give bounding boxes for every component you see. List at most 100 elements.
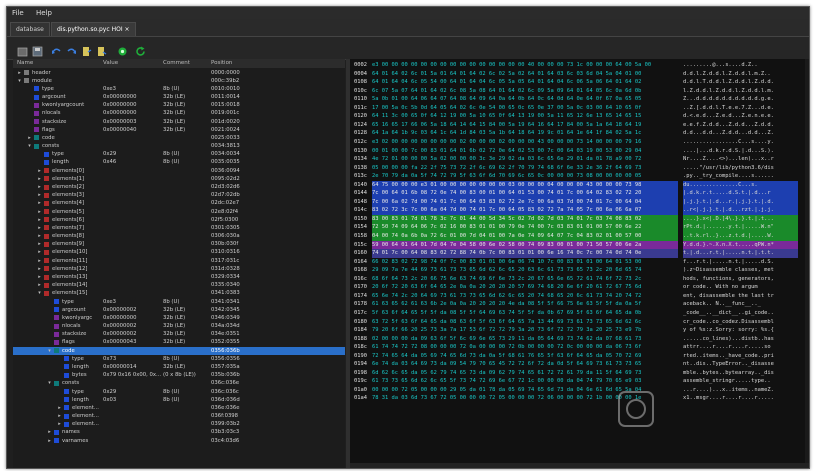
hex-row[interactable]: 0164 66 02 83 02 72 98 74 0f 7c 00 83 01 … [350, 258, 809, 267]
hex-ascii[interactable]: rPt.d.|.......y.t.|.....W.n" [683, 223, 798, 232]
expand-arrow-icon[interactable]: ▸ [37, 167, 42, 175]
hex-bytes[interactable]: 61 63 65 62 61 63 6b 2e 0a 0a 20 20 20 2… [372, 300, 678, 309]
column-comment[interactable]: Comment [163, 59, 190, 68]
hex-ascii[interactable]: rted..items.._have_code..pri [683, 352, 798, 361]
hex-ascii[interactable]: mble..bytes..bytearray.._dis [683, 369, 798, 378]
tree-row[interactable]: type 0xe3 8b (U) 0341:0341 [13, 298, 345, 306]
tree-row[interactable]: length 0x00000014 32b (LE) 0357:035a [13, 363, 345, 371]
hex-ascii[interactable]: cr_code..co_codez.Disassembl [683, 318, 798, 327]
tree-row[interactable]: length 0x46 8b (U) 0035:0035 [13, 158, 345, 166]
run-icon[interactable] [117, 42, 128, 56]
bookmark-icon[interactable] [81, 42, 92, 56]
hex-ascii[interactable]: ..Z.[.d.d.l.T.e.e.7.Z...d.e. [683, 104, 798, 113]
hex-row[interactable]: 0134 4e 72 01 00 00 00 5a 02 00 00 00 3c … [350, 155, 809, 164]
hex-bytes[interactable]: 6e 74 da 03 64 69 73 da 09 54 79 70 65 4… [372, 360, 678, 369]
hex-ascii[interactable]: Nr....Z....<>)...len)...x..r [683, 155, 798, 164]
hex-ascii[interactable]: ....}.x<|.D.]4\.}.}.t.|.t... [683, 214, 798, 224]
hex-bytes[interactable]: 6d 62 6c 65 da 05 62 79 74 65 73 da 09 6… [372, 369, 678, 378]
tree-row[interactable]: ▸ elements[0] 0036:0094 [13, 167, 345, 175]
hex-ascii[interactable]: |.j.}.t.|.d...r.|.j.}.t.|.d. [683, 197, 798, 207]
tree-row[interactable]: ▸ elements[3] 02d7:02db [13, 191, 345, 199]
hex-ascii[interactable]: ......co_lines)...distb..has [683, 335, 798, 344]
tree-row[interactable]: stacksize 0x00000003 32b (LE) 001d:0020 [13, 118, 345, 126]
hex-row[interactable]: 011c 17 00 5a 0c 5b 0d 64 05 64 02 6c 0e … [350, 104, 809, 113]
tree-row[interactable]: stacksize 0x00000002 32b (LE) 034e:0351 [13, 330, 345, 338]
hex-row[interactable]: 0168 29 09 7a 7e 44 69 73 61 73 73 65 6d … [350, 266, 809, 275]
tree-row[interactable]: ▸ elements[10] 0310:0316 [13, 248, 345, 256]
column-value[interactable]: Value [103, 59, 118, 68]
structure-tree[interactable]: Name Value Comment Position ▸ header 0000:… [13, 59, 345, 468]
hex-bytes[interactable]: e3 00 00 00 00 00 00 00 00 00 00 00 00 0… [372, 61, 678, 70]
tree-row[interactable]: ▸ elements[8] 0306:030a [13, 232, 345, 240]
expand-arrow-icon[interactable]: ▸ [27, 134, 32, 142]
hex-ascii[interactable]: attrr....r....r....r.....so [683, 343, 798, 352]
collapse-arrow-icon[interactable]: ▾ [47, 347, 52, 355]
expand-arrow-icon[interactable]: ▸ [37, 273, 42, 281]
hex-row[interactable]: 0144 7c 00 64 01 6b 08 72 0e 74 00 83 00 … [350, 189, 809, 198]
hex-ascii[interactable]: Z...d.d.d.d.d.d.d.d.d.d.g.e. [683, 95, 798, 104]
hex-row[interactable]: 0160 74 01 7c 00 64 08 83 02 72 88 74 0b … [350, 249, 809, 258]
hex-bytes[interactable]: 74 01 7c 00 64 08 83 02 72 88 74 0b 7c 0… [372, 249, 678, 258]
expand-arrow-icon[interactable]: ▸ [57, 404, 62, 412]
hex-ascii[interactable]: d.<.e.d...Z.e.d...Z.e.n.e.e. [683, 112, 798, 121]
hex-row[interactable]: 016c 68 6f 64 73 2c 20 66 75 6e 63 74 69 … [350, 275, 809, 284]
tree-row[interactable]: ▸ elements[6] 02f5:0300 [13, 216, 345, 224]
expand-arrow-icon[interactable]: ▸ [37, 208, 42, 216]
tree-row[interactable]: ▾ consts 036c:036e [13, 379, 345, 387]
hex-ascii[interactable]: e.e.f.Z.d.d...Z.d.d...Z.d.d. [683, 121, 798, 130]
hex-ascii[interactable]: ent, disassemble the last tr [683, 292, 798, 301]
tree-row[interactable]: ▸ code 0025:0033 [13, 134, 345, 142]
hex-ascii[interactable]: t.|.d...r.t.|.....n.t.|.t.t. [683, 249, 798, 258]
hex-row[interactable]: 0158 04 00 74 0a 6b 0a 72 6c 01 00 7d 04 … [350, 232, 809, 241]
expand-arrow-icon[interactable]: ▸ [37, 281, 42, 289]
tree-row[interactable]: type 0xe3 8b (U) 0010:0010 [13, 85, 345, 93]
column-name[interactable]: Name [17, 59, 33, 68]
hex-ascii[interactable]: ..t.k.rl..}...z.t.d.|.....W. [683, 232, 798, 241]
hex-row[interactable]: 010c 6c 07 5a 07 64 01 64 02 6c 08 5a 08 … [350, 87, 809, 96]
expand-arrow-icon[interactable]: ▸ [37, 240, 42, 248]
tree-row[interactable]: ▸ elements[9] 030b:030f [13, 240, 345, 248]
hex-bytes[interactable]: 64 11 3c 00 65 0f 64 12 19 00 5a 10 65 0… [372, 112, 678, 121]
expand-arrow-icon[interactable]: ▸ [37, 224, 42, 232]
hex-bytes[interactable]: 61 74 74 72 72 08 00 00 00 72 0a 00 00 0… [372, 343, 678, 352]
hex-bytes[interactable]: 61 73 73 65 6d 62 6c 65 5f 73 74 72 69 6… [372, 377, 678, 386]
expand-arrow-icon[interactable]: ▸ [37, 257, 42, 265]
hex-row[interactable]: 0190 72 74 65 64 da 05 69 74 65 6d 73 da … [350, 352, 809, 361]
hex-ascii[interactable]: assemble_stringr.....type.. [683, 377, 798, 386]
tree-row[interactable]: type 0x73 8b (U) 0356:0356 [13, 355, 345, 363]
hex-row[interactable]: 0174 65 6e 74 2c 20 64 69 73 61 73 73 65 … [350, 292, 809, 301]
horizontal-scrollbar[interactable] [350, 463, 809, 468]
tree-row[interactable]: nlocals 0x00000002 32b (LE) 034a:034d [13, 322, 345, 330]
tree-row[interactable]: ▸ elements[4] 02dc:02e7 [13, 199, 345, 207]
tree-row[interactable]: ▸ elements[5] 02e8:02f4 [13, 208, 345, 216]
tree-row[interactable]: nlocals 0x00000000 32b (LE) 0019:001c [13, 109, 345, 117]
redo-icon[interactable] [66, 42, 77, 54]
tab-database[interactable]: database [10, 22, 50, 36]
hex-row[interactable]: 019c 61 73 73 65 6d 62 6c 65 5f 73 74 72 … [350, 377, 809, 386]
hex-bytes[interactable]: 5f 63 6f 64 65 5f 5f da 08 5f 5f 64 69 6… [372, 309, 678, 318]
hex-bytes[interactable]: 2e 70 79 da 0a 5f 74 72 79 5f 63 6f 6d 7… [372, 172, 678, 181]
hex-ascii[interactable]: .........@...s....d.Z.. [683, 61, 798, 70]
hex-bytes[interactable]: 4e 72 01 00 00 00 5a 02 00 00 00 3c 3e 2… [372, 155, 678, 164]
expand-arrow-icon[interactable]: ▸ [47, 437, 52, 445]
hex-bytes[interactable]: 72 74 65 64 da 05 69 74 65 6d 73 da 0a 5… [372, 352, 678, 361]
hex-row[interactable]: 0120 64 11 3c 00 65 0f 64 12 19 00 5a 10 … [350, 112, 809, 121]
hex-bytes[interactable]: 64 01 64 02 6c 01 5a 01 64 01 64 02 6c 0… [372, 70, 678, 79]
hex-ascii[interactable]: _code__..__dict__..gi_code.. [683, 309, 798, 318]
hex-row[interactable]: 018c 61 74 74 72 72 08 00 00 00 72 0a 00 … [350, 343, 809, 352]
collapse-arrow-icon[interactable]: ▾ [47, 379, 52, 387]
refresh-icon[interactable] [135, 42, 146, 56]
hex-bytes[interactable]: 00 01 00 00 7c 00 83 01 64 01 6b 02 72 0… [372, 147, 678, 156]
menu-help[interactable]: Help [31, 9, 57, 17]
expand-arrow-icon[interactable]: ▸ [37, 175, 42, 183]
tree-row[interactable]: kwonlyargc 0x00000000 32b (LE) 0346:0349 [13, 314, 345, 322]
tree-row[interactable]: ▸ header 0000:0000 [13, 69, 345, 77]
hex-row[interactable]: 012c e3 02 00 00 00 00 00 00 00 02 00 00 … [350, 138, 809, 147]
hex-ascii[interactable]: aceback.. N..__func__.._ [683, 300, 798, 309]
hex-bytes[interactable]: 05 00 00 00 fa 22 2f 75 73 72 2f 6c 69 6… [372, 164, 678, 173]
expand-arrow-icon[interactable]: ▸ [37, 183, 42, 191]
tree-row[interactable]: ▾ code 0356:036b [13, 346, 345, 355]
hex-row[interactable]: 0108 64 01 64 04 6c 05 54 00 64 01 64 04 … [350, 78, 809, 87]
hex-bytes[interactable]: 63 72 5f 63 6f 64 65 da 08 63 6f 5f 63 6… [372, 318, 678, 327]
hex-bytes[interactable]: 7c 00 64 01 6b 08 72 0e 74 00 83 00 01 0… [372, 189, 678, 198]
